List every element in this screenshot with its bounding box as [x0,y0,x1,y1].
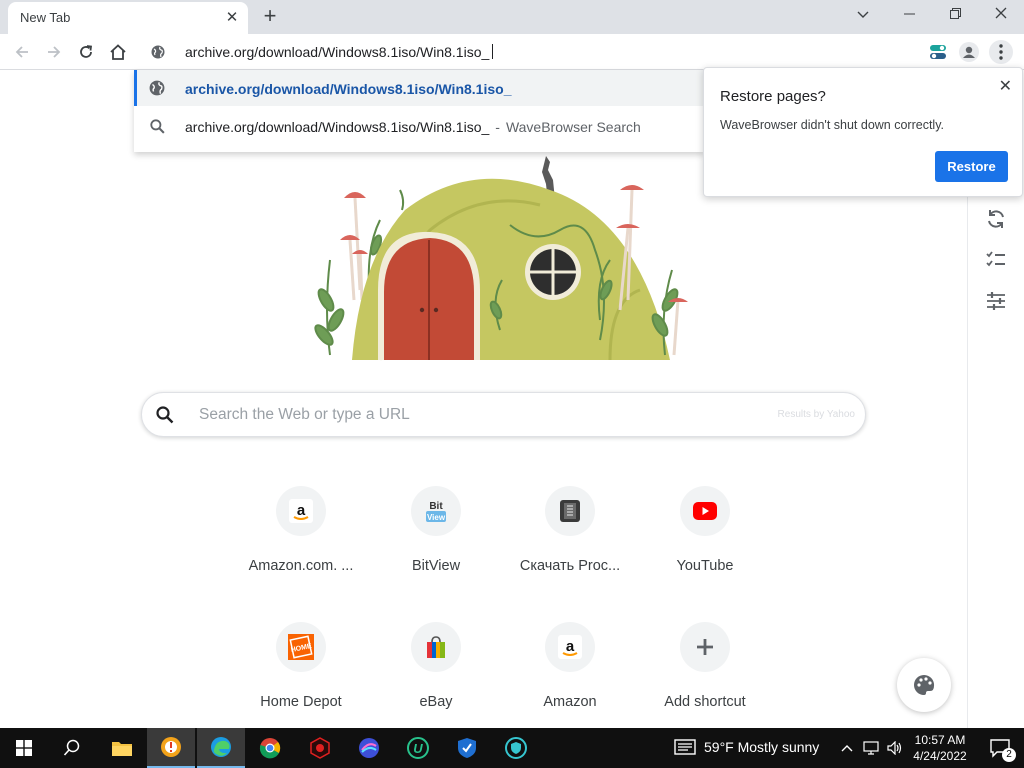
suggestion-search[interactable]: archive.org/download/Windows8.1iso/Win8.… [134,108,704,144]
shortcut-label: Amazon [543,694,597,710]
shortcut-label: Add shortcut [664,694,746,710]
shortcut-youtube[interactable]: YouTube [649,486,761,596]
omnibox-input[interactable]: archive.org/download/Windows8.1iso/Win8.… [185,44,494,60]
tab-search-chevron-down-icon[interactable] [840,0,886,32]
download-app-icon [545,486,595,536]
tab-new-tab[interactable]: New Tab ✕ [8,2,248,34]
checklist-icon[interactable] [984,248,1008,272]
ebay-icon [411,622,461,672]
bitview-icon: Bit View [411,486,461,536]
extensions-icon[interactable] [926,40,950,64]
shortcut-amazon[interactable]: a Amazon [514,622,626,732]
yahoo-attribution: Results by Yahoo [777,409,855,420]
svg-text:U: U [413,741,423,756]
restore-pages-bubble: Restore pages? WaveBrowser didn't shut d… [703,67,1023,197]
home-icon [110,44,126,60]
toolbar: archive.org/download/Windows8.1iso/Win8.… [0,34,1024,70]
svg-text:Bit: Bit [429,501,443,512]
home-button[interactable] [106,40,130,64]
profile-avatar-icon[interactable] [957,40,981,64]
shortcut-label: Amazon.com. ... [248,558,354,574]
suggestion-url[interactable]: archive.org/download/Windows8.1iso/Win8.… [134,70,704,106]
suggestion-text: archive.org/download/Windows8.1iso/Win8.… [185,81,512,97]
u-app-icon[interactable]: U [394,728,442,768]
homedepot-icon: HOME [276,622,326,672]
minimize-button[interactable] [886,0,932,32]
shortcut-label: eBay [419,694,453,710]
notification-count: 2 [1002,748,1016,762]
shortcut-home-depot[interactable]: HOME Home Depot [245,622,357,732]
arrow-left-icon [15,46,28,58]
globe-icon [149,80,165,96]
network-icon[interactable] [860,728,882,768]
weather-widget[interactable]: 59°F Mostly sunny [674,739,819,755]
taskbar-search-icon[interactable] [48,728,96,768]
customize-button[interactable] [897,658,951,712]
search-icon [156,406,174,424]
amazon-icon: a [276,486,326,536]
add-shortcut-button[interactable]: Add shortcut [649,622,761,732]
tab-close-icon[interactable]: ✕ [222,8,242,28]
svg-text:a: a [566,638,575,655]
shield-icon[interactable] [443,728,491,768]
close-window-button[interactable] [978,0,1024,32]
menu-dots-icon[interactable] [989,40,1013,64]
volume-icon[interactable] [884,728,906,768]
red-app-icon[interactable] [296,728,344,768]
search-input[interactable]: Search the Web or type a URL [199,406,410,424]
back-button[interactable] [10,40,34,64]
tab-title: New Tab [20,10,71,25]
edge-icon[interactable] [197,728,245,768]
arrow-right-icon [48,46,61,58]
suggestion-text: archive.org/download/Windows8.1iso/Win8.… [185,119,641,135]
wavebrowser-taskbar-icon[interactable] [147,728,195,768]
youtube-icon [680,486,730,536]
palette-icon [914,674,935,695]
restore-title: Restore pages? [720,88,826,105]
chrome-icon[interactable] [246,728,294,768]
shortcut-label: Home Depot [260,694,342,710]
restore-message: WaveBrowser didn't shut down correctly. [720,118,944,132]
restore-window-button[interactable] [932,0,978,32]
file-explorer-icon[interactable] [98,728,146,768]
new-tab-button[interactable]: + [258,5,282,29]
shortcut-download-app[interactable]: Скачать Proc... [514,486,626,596]
amazon-icon: a [545,622,595,672]
shortcut-amazon-com[interactable]: a Amazon.com. ... [245,486,357,596]
clock[interactable]: 10:57 AM 4/24/2022 [908,732,972,764]
reload-button[interactable] [74,40,98,64]
forward-button[interactable] [42,40,66,64]
omnibox-dropdown: archive.org/download/Windows8.1iso/Win8.… [134,70,704,152]
search-icon [150,119,165,134]
clock-date: 4/24/2022 [913,749,967,763]
svg-text:View: View [427,513,446,522]
start-windows-icon[interactable] [0,728,48,768]
plus-icon [680,622,730,672]
notification-center-button[interactable]: 2 [976,728,1024,768]
clock-time: 10:57 AM [914,733,966,747]
shortcut-ebay[interactable]: eBay [380,622,492,732]
shield-check-icon[interactable] [492,728,540,768]
chevron-up-icon[interactable] [836,728,858,768]
weather-icon [674,739,696,755]
shortcut-label: YouTube [676,558,734,574]
vpn-app-icon[interactable] [345,728,393,768]
close-icon[interactable]: ✕ [999,76,1012,96]
shortcut-bitview[interactable]: Bit View BitView [380,486,492,596]
shortcut-label: Скачать Proc... [519,558,621,574]
hobbit-house-illustration [310,150,700,362]
sync-icon[interactable] [984,207,1008,231]
tab-strip: New Tab ✕ + [0,0,1024,34]
svg-text:a: a [297,502,306,519]
restore-button[interactable]: Restore [935,151,1008,182]
sliders-icon[interactable] [984,289,1008,313]
taskbar: U 59°F Mostly sunny 10:57 AM 4/24/2022 2 [0,728,1024,768]
shortcut-label: BitView [411,558,461,574]
site-info-globe-icon[interactable] [146,40,170,64]
search-box[interactable]: Search the Web or type a URL Results by … [141,392,866,437]
reload-icon [80,45,93,58]
